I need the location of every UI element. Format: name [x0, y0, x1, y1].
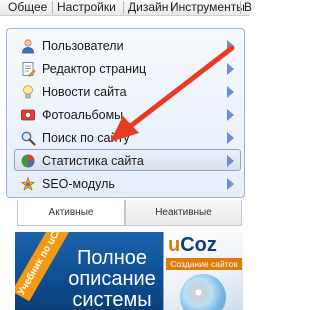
- red-arrow-annotation: [110, 45, 235, 142]
